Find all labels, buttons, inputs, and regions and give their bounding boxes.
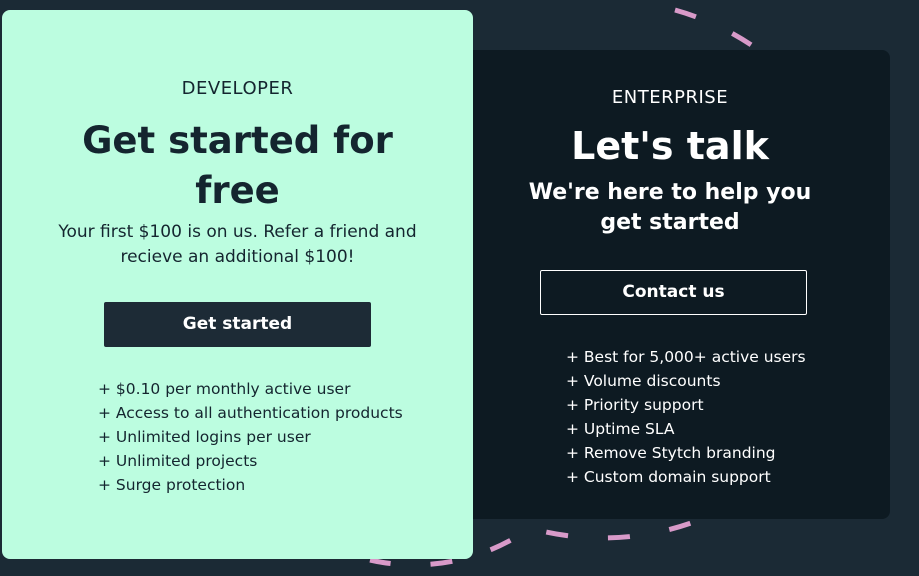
- enterprise-subheadline: We're here to help you get started: [528, 180, 812, 235]
- enterprise-plan-card: ENTERPRISE Let's talk We're here to help…: [450, 50, 890, 519]
- developer-feature-list: + $0.10 per monthly active user + Access…: [98, 377, 403, 497]
- feature-item: + Priority support: [566, 396, 704, 414]
- get-started-button[interactable]: Get started: [104, 302, 371, 347]
- feature-item: + Unlimited logins per user: [98, 428, 311, 446]
- feature-item: + Remove Stytch branding: [566, 444, 776, 462]
- enterprise-tier-label: ENTERPRISE: [611, 87, 729, 108]
- feature-item: + Volume discounts: [566, 372, 721, 390]
- feature-item: + Surge protection: [98, 476, 246, 494]
- contact-us-button[interactable]: Contact us: [540, 270, 807, 315]
- feature-item: + Best for 5,000+ active users: [566, 348, 806, 366]
- feature-item: + Custom domain support: [566, 468, 771, 486]
- feature-item: + Uptime SLA: [566, 420, 675, 438]
- developer-tier-label: DEVELOPER: [181, 78, 294, 99]
- feature-item: + $0.10 per monthly active user: [98, 380, 351, 398]
- enterprise-headline: Let's talk: [571, 124, 769, 168]
- feature-item: + Access to all authentication products: [98, 404, 403, 422]
- enterprise-feature-list: + Best for 5,000+ active users + Volume …: [566, 345, 806, 489]
- developer-plan-card: DEVELOPER Get started for free Your firs…: [2, 10, 473, 559]
- developer-headline: Get started for free: [82, 119, 393, 212]
- developer-description: Your first $100 is on us. Refer a friend…: [58, 222, 417, 267]
- feature-item: + Unlimited projects: [98, 452, 258, 470]
